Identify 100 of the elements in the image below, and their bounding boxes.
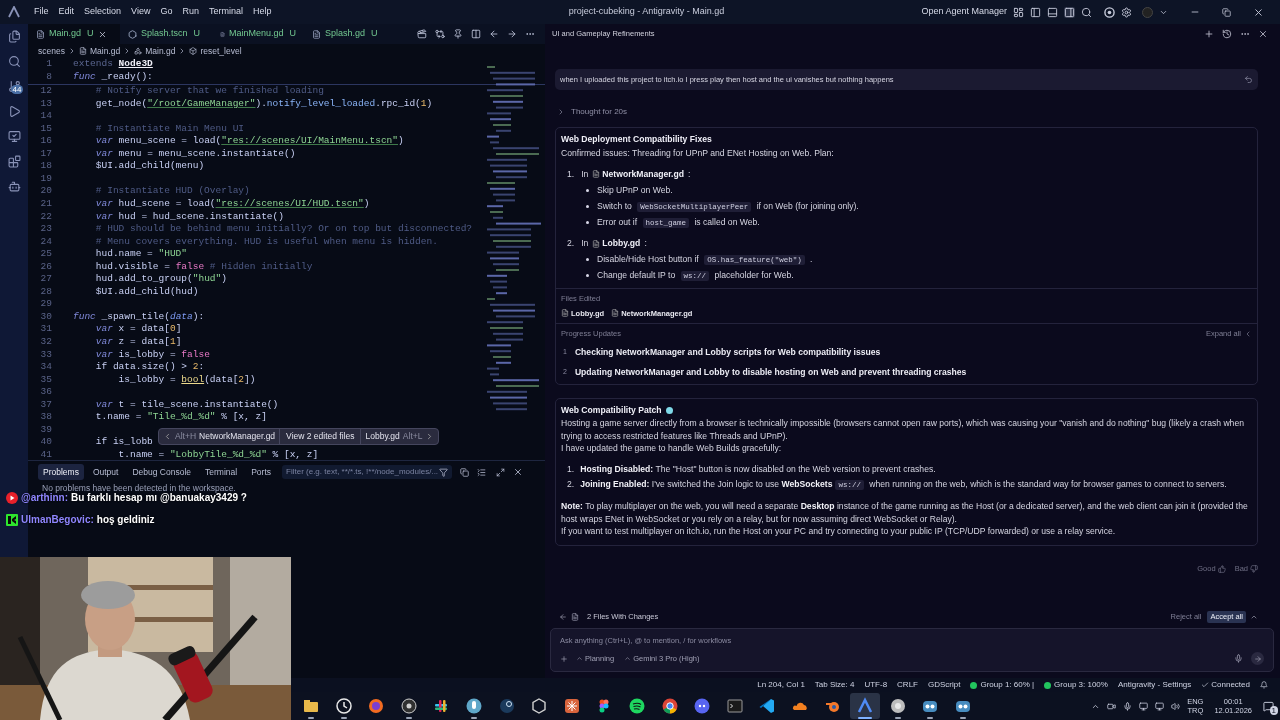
send-button[interactable] bbox=[1251, 652, 1264, 666]
compare-icon[interactable] bbox=[435, 29, 445, 39]
menu-item[interactable]: Help bbox=[252, 5, 272, 19]
menu-item[interactable]: Terminal bbox=[208, 5, 243, 19]
cube-icon bbox=[189, 47, 198, 55]
paragraph: Hosting a game server directly from a browser is technically impossible (browsers cannot open raw ports), which was causing your "vanish and do nothing" bug (likely a crash when trying to access restricted features like Threads and UPnP). bbox=[561, 416, 1245, 443]
remote-explorer-icon[interactable] bbox=[7, 130, 21, 143]
editor-tab[interactable]: Main.gd U bbox=[28, 24, 120, 44]
panel-tab[interactable]: Debug Console bbox=[127, 463, 197, 481]
back-icon[interactable] bbox=[559, 613, 567, 621]
layout-icon[interactable] bbox=[1013, 6, 1024, 18]
chevron-right-icon[interactable] bbox=[557, 108, 565, 116]
line-number: 14 bbox=[39, 110, 52, 123]
clapperboard-icon[interactable] bbox=[417, 29, 427, 39]
scene-icon bbox=[128, 29, 137, 39]
chevron-up-icon[interactable] bbox=[1250, 613, 1258, 621]
status-item[interactable]: UTF-8 bbox=[864, 679, 888, 691]
breadcrumb-item[interactable]: Main.gd bbox=[89, 44, 121, 58]
next-file-button[interactable]: Lobby.gd Alt+L bbox=[361, 429, 439, 444]
menu-item[interactable]: Run bbox=[182, 5, 199, 19]
thought-toggle[interactable]: Thought for 20s bbox=[571, 106, 628, 118]
extensions-icon[interactable] bbox=[7, 155, 21, 168]
taskbar-app[interactable] bbox=[850, 693, 881, 719]
close-icon[interactable] bbox=[97, 29, 107, 39]
status-item[interactable]: Tab Size: 4 bbox=[814, 679, 855, 691]
filter-field[interactable]: Filter (e.g. text, **/*.ts, !**/node_modules/... bbox=[282, 465, 452, 479]
arch-logo-icon bbox=[856, 697, 875, 715]
caret-icon bbox=[576, 655, 583, 663]
code-line: if is_lobb bbox=[94, 436, 153, 449]
line-number: 40 bbox=[39, 436, 52, 449]
microphone-icon[interactable] bbox=[1123, 701, 1133, 711]
split-editor-icon[interactable] bbox=[471, 29, 481, 39]
add-icon[interactable] bbox=[560, 654, 568, 663]
collapse-icon[interactable] bbox=[477, 467, 486, 477]
panel-tab[interactable]: Problems bbox=[38, 463, 84, 481]
monitor-icon[interactable] bbox=[1139, 701, 1149, 711]
status-item[interactable]: Connected bbox=[1211, 679, 1250, 691]
panel-bottom-icon[interactable] bbox=[1047, 6, 1058, 18]
new-chat-icon[interactable] bbox=[1204, 29, 1214, 39]
panel-tab[interactable]: Terminal bbox=[200, 463, 243, 481]
menu-item[interactable]: Go bbox=[160, 5, 173, 19]
panel-right-icon[interactable] bbox=[1064, 6, 1075, 18]
code-line: hud.name = "HUD" bbox=[94, 248, 188, 261]
pin-icon[interactable] bbox=[453, 29, 463, 39]
breadcrumb-item[interactable]: scenes bbox=[38, 44, 65, 58]
status-item[interactable]: Group 1: 60% | bbox=[980, 679, 1035, 691]
editor-tab[interactable]: Splash.gd U bbox=[304, 24, 396, 44]
chevron-left-icon[interactable] bbox=[1244, 329, 1252, 338]
browser-icon[interactable] bbox=[1104, 6, 1115, 18]
menu-item[interactable]: Selection bbox=[84, 5, 122, 19]
status-item[interactable]: Ln 204, Col 1 bbox=[757, 679, 805, 691]
panel-left-icon[interactable] bbox=[1030, 6, 1041, 18]
status-item[interactable]: GDScript bbox=[928, 679, 961, 691]
maximize-icon[interactable] bbox=[496, 467, 505, 477]
panel-tab[interactable]: Output bbox=[87, 463, 124, 481]
previous-file-button[interactable]: Alt+H NetworkManager.gd bbox=[159, 429, 281, 444]
thumbs-down-icon bbox=[1250, 564, 1258, 573]
menu-item[interactable]: View bbox=[131, 5, 151, 19]
forward-icon[interactable] bbox=[507, 29, 517, 39]
bullet-icon bbox=[586, 274, 589, 278]
back-icon[interactable] bbox=[489, 29, 499, 39]
restore-icon[interactable] bbox=[1222, 7, 1231, 17]
view-edited-files-button[interactable]: View 2 edited files bbox=[280, 429, 362, 444]
menu-item[interactable]: File bbox=[34, 5, 49, 19]
status-item[interactable]: Antigravity - Settings bbox=[1117, 679, 1192, 691]
filter-icon[interactable] bbox=[439, 467, 448, 477]
volume-icon[interactable] bbox=[1171, 701, 1181, 711]
code-line: var z = data[1] bbox=[94, 336, 182, 349]
breadcrumb-item[interactable]: Main.gd bbox=[145, 44, 176, 58]
line-number: 29 bbox=[39, 298, 52, 311]
status-item[interactable]: CRLF bbox=[897, 679, 918, 691]
microphone-icon[interactable] bbox=[1234, 654, 1243, 664]
file-mention[interactable]: Lobby.gd bbox=[592, 237, 641, 250]
copy-icon[interactable] bbox=[460, 467, 469, 477]
search-icon[interactable] bbox=[7, 55, 21, 68]
close-icon[interactable] bbox=[1253, 6, 1264, 18]
robot-icon[interactable] bbox=[7, 180, 21, 193]
file-mention[interactable]: NetworkManager.gd bbox=[592, 167, 684, 181]
steam-logo-icon bbox=[497, 697, 516, 715]
panel-tab[interactable]: Ports bbox=[246, 463, 276, 481]
close-icon[interactable] bbox=[1258, 29, 1268, 39]
camera-icon[interactable] bbox=[1107, 701, 1117, 711]
settings-icon[interactable] bbox=[1121, 6, 1132, 18]
progress-item[interactable]: Updating NetworkManager and Lobby to disable hosting on Web and prevent threading crashes bbox=[574, 366, 967, 379]
bullet-text: Skip UPnP on Web. bbox=[597, 183, 673, 197]
progress-item[interactable]: Checking NetworkManager and Lobby scripts for Web compatibility issues bbox=[574, 346, 881, 360]
close-icon[interactable] bbox=[513, 467, 523, 477]
menu-item[interactable]: Edit bbox=[58, 5, 75, 19]
breadcrumb-item[interactable]: reset_level bbox=[200, 44, 242, 58]
history-icon[interactable] bbox=[1222, 29, 1232, 39]
undo-icon[interactable] bbox=[1244, 75, 1253, 84]
status-item[interactable]: Group 3: 100% bbox=[1054, 679, 1108, 691]
explorer-icon[interactable] bbox=[7, 30, 21, 43]
editor-tab[interactable]: Splash.tscn U bbox=[120, 24, 212, 44]
editor-tab[interactable]: MainMenu.gd U bbox=[212, 24, 304, 44]
search-icon[interactable] bbox=[1081, 6, 1092, 18]
chat-message: hoş geldiniz bbox=[96, 513, 155, 527]
bell-icon[interactable] bbox=[1260, 681, 1268, 689]
agent-manager-button[interactable]: Open Agent Manager bbox=[921, 5, 1007, 19]
run-debug-icon[interactable] bbox=[7, 105, 21, 118]
